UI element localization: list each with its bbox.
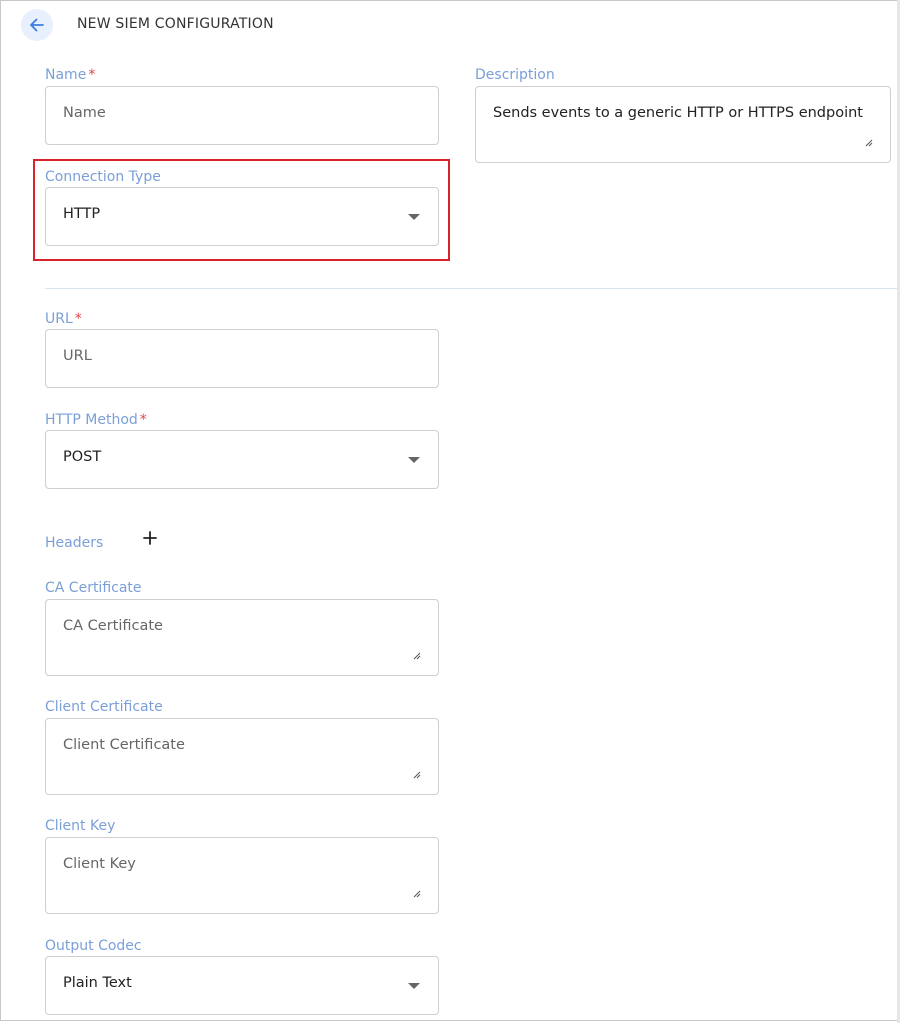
arrow-left-icon [30, 18, 44, 32]
resize-handle-icon[interactable] [865, 139, 873, 147]
resize-handle-icon[interactable] [413, 652, 421, 660]
http-method-select[interactable]: POST [45, 430, 439, 489]
required-marker: * [74, 311, 82, 327]
name-label: Name * [45, 67, 95, 83]
chevron-down-icon [408, 983, 420, 989]
section-divider [45, 288, 897, 289]
client-key-placeholder: Client Key [63, 856, 136, 872]
headers-label-text: Headers [45, 535, 104, 551]
client-certificate-label-text: Client Certificate [45, 699, 163, 715]
connection-type-label: Connection Type [45, 169, 161, 185]
ca-certificate-textarea[interactable]: CA Certificate [45, 599, 439, 676]
description-label-text: Description [475, 67, 555, 83]
url-input[interactable]: URL [45, 329, 439, 388]
add-header-button[interactable] [141, 529, 159, 547]
output-codec-label: Output Codec [45, 938, 142, 954]
connection-type-select[interactable]: HTTP [45, 187, 439, 246]
required-marker: * [139, 412, 147, 428]
client-certificate-textarea[interactable]: Client Certificate [45, 718, 439, 795]
ca-certificate-label-text: CA Certificate [45, 580, 142, 596]
name-placeholder: Name [63, 105, 106, 121]
back-button[interactable] [21, 9, 53, 41]
client-key-textarea[interactable]: Client Key [45, 837, 439, 914]
ca-certificate-placeholder: CA Certificate [63, 618, 163, 634]
resize-handle-icon[interactable] [413, 771, 421, 779]
output-codec-label-text: Output Codec [45, 938, 142, 954]
url-label-text: URL [45, 311, 73, 327]
description-value: Sends events to a generic HTTP or HTTPS … [493, 105, 863, 121]
name-label-text: Name [45, 67, 87, 83]
client-certificate-placeholder: Client Certificate [63, 737, 185, 753]
output-codec-select[interactable]: Plain Text [45, 956, 439, 1015]
url-placeholder: URL [63, 348, 92, 364]
chevron-down-icon [408, 214, 420, 220]
ca-certificate-label: CA Certificate [45, 580, 142, 596]
page-title: NEW SIEM CONFIGURATION [77, 16, 274, 32]
connection-type-value: HTTP [63, 206, 101, 222]
http-method-label: HTTP Method * [45, 412, 147, 428]
client-key-label: Client Key [45, 818, 115, 834]
plus-icon [143, 531, 157, 545]
description-textarea[interactable]: Sends events to a generic HTTP or HTTPS … [475, 86, 891, 163]
resize-handle-icon[interactable] [413, 890, 421, 898]
http-method-label-text: HTTP Method [45, 412, 138, 428]
client-key-label-text: Client Key [45, 818, 116, 834]
headers-label: Headers [45, 535, 103, 551]
http-method-value: POST [63, 449, 102, 465]
name-input[interactable]: Name [45, 86, 439, 145]
connection-type-label-text: Connection Type [45, 169, 161, 185]
client-certificate-label: Client Certificate [45, 699, 163, 715]
output-codec-value: Plain Text [63, 975, 132, 991]
required-marker: * [88, 67, 96, 83]
chevron-down-icon [408, 457, 420, 463]
url-label: URL * [45, 311, 82, 327]
description-label: Description [475, 67, 555, 83]
